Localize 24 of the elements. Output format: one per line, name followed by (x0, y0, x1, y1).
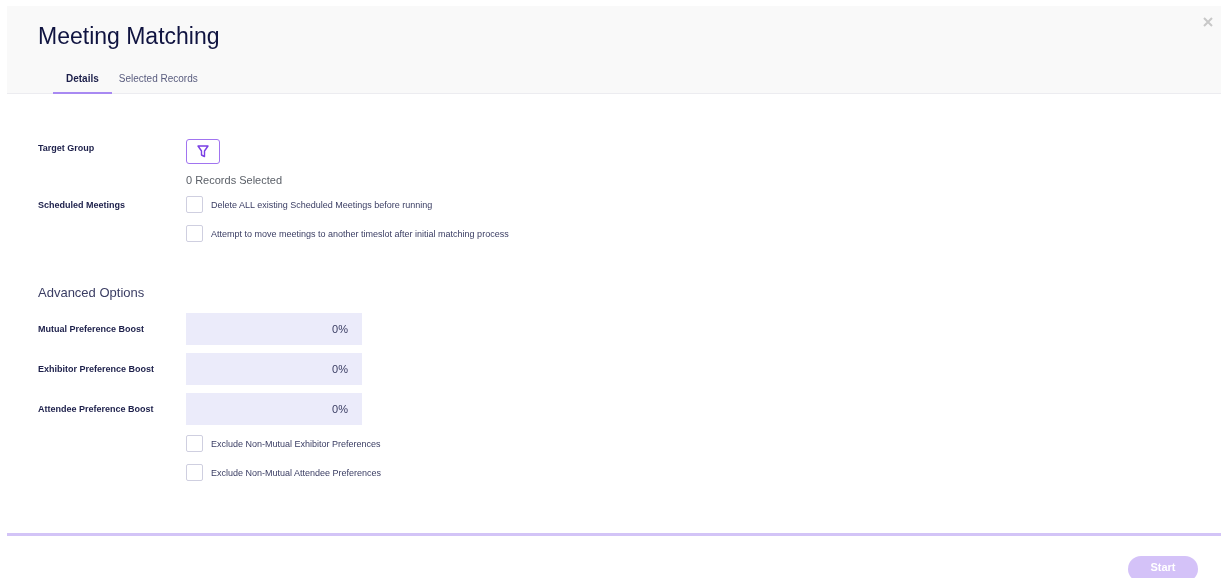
close-icon[interactable] (1203, 17, 1213, 27)
records-count: 0 Records Selected (186, 174, 283, 186)
filter-icon (197, 145, 209, 158)
checkbox[interactable] (186, 225, 203, 242)
percent-field[interactable]: 0% (186, 313, 362, 345)
dialog-title: Meeting Matching (38, 23, 220, 50)
checkbox[interactable] (186, 464, 203, 481)
field-label: Exhibitor Preference Boost (38, 364, 156, 374)
section-heading: Advanced Options (38, 285, 146, 300)
filter-button[interactable] (186, 139, 220, 164)
checkbox[interactable] (186, 196, 203, 213)
checkbox-label: Exclude Non-Mutual Exhibitor Preferences (211, 438, 381, 449)
checkbox[interactable] (186, 435, 203, 452)
field-label: Target Group (38, 143, 96, 153)
checkbox-label: Attempt to move meetings to another timeslot after initial matching process (211, 228, 509, 239)
percent-field[interactable]: 0% (186, 393, 362, 425)
checkbox-label: Exclude Non-Mutual Attendee Preferences (211, 467, 382, 478)
tab[interactable]: Details (53, 73, 112, 94)
field-label: Attendee Preference Boost (38, 404, 155, 414)
field-label: Mutual Preference Boost (38, 324, 146, 334)
field-label: Scheduled Meetings (38, 199, 127, 210)
tab[interactable]: Selected Records (111, 73, 205, 94)
checkbox-label: Delete ALL existing Scheduled Meetings before running (211, 199, 433, 210)
percent-field[interactable]: 0% (186, 353, 362, 385)
